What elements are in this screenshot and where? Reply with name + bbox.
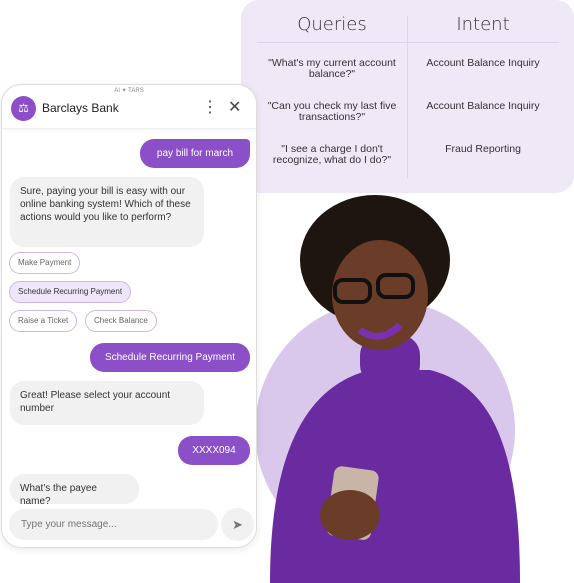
query-cell: "I see a charge I don't recognize, what … [272,143,392,166]
chat-header: AI ✦ TARS ⚖ Barclays Bank ⋮ ✕ [2,85,256,129]
bot-message: Great! Please select your account number [10,381,204,425]
brand-label: AI ✦ TARS [114,88,144,94]
option-raise-ticket[interactable]: Raise a Ticket [9,310,78,332]
message-input[interactable] [9,509,218,540]
option-schedule-recurring-payment[interactable]: Schedule Recurring Payment [9,281,132,303]
intent-cell: Fraud Reporting [445,143,521,155]
header-intent: Intent [456,14,510,35]
chat-title: Barclays Bank [42,101,119,115]
scales-icon: ⚖ [11,96,36,121]
user-message: pay bill for march [140,139,250,168]
intent-cell: Account Balance Inquiry [426,57,540,69]
option-make-payment[interactable]: Make Payment [9,252,81,274]
query-intent-table: Queries Intent "What's my current accoun… [241,0,574,193]
user-message: Schedule Recurring Payment [90,343,250,372]
divider [257,42,559,43]
chat-widget: AI ✦ TARS ⚖ Barclays Bank ⋮ ✕ pay bill f… [1,84,257,548]
close-icon[interactable]: ✕ [228,97,241,117]
option-check-balance[interactable]: Check Balance [85,310,157,332]
bot-message: What's the payee name? [10,474,139,507]
more-options-icon[interactable]: ⋮ [202,97,218,117]
send-icon[interactable]: ➤ [221,508,254,541]
query-cell: "What's my current account balance?" [268,57,396,80]
woman-illustration [270,195,520,583]
user-message: XXXX094 [178,436,250,465]
intent-cell: Account Balance Inquiry [426,100,540,112]
header-queries: Queries [297,14,367,35]
bot-message: Sure, paying your bill is easy with our … [10,177,204,247]
query-cell: "Can you check my last five transactions… [267,100,397,123]
